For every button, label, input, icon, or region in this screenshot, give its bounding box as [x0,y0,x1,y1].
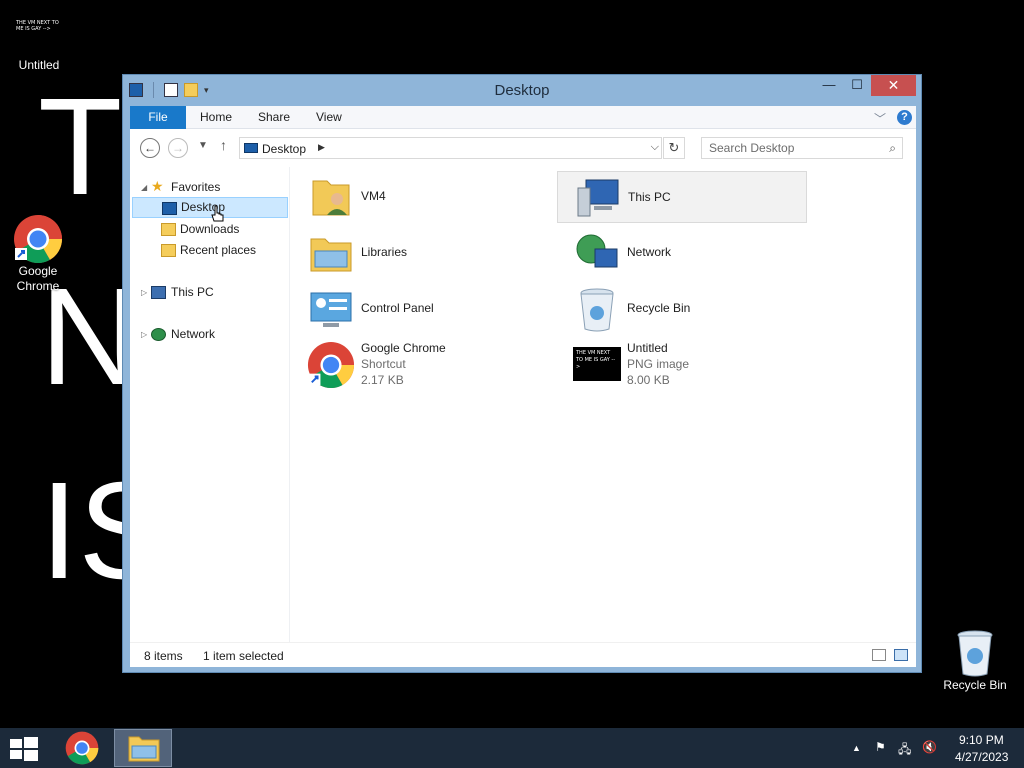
nav-favorites[interactable]: ◢ ★ Favorites [130,177,288,198]
folder-icon [128,736,160,762]
volume-muted-icon[interactable]: 🔇 [922,740,937,754]
computer-icon [151,286,166,299]
navigation-pane: ◢ ★ Favorites Desktop Downloads Recent p… [130,167,290,642]
item-vm4[interactable]: VM4 [291,171,541,223]
tab-file[interactable]: File [130,106,186,129]
image-thumbnail: THE VM NEXT TO ME IS GAY --> [573,347,621,381]
desktop-icon-google-chrome[interactable]: Google Chrome [1,214,75,294]
desktop-icon [162,202,177,215]
search-icon[interactable]: ⌕ [889,141,896,156]
taskbar: ▲ ⚑ 🖧 🔇 9:10 PM 4/27/2023 [0,728,1024,768]
network-icon [576,234,618,268]
navigation-bar: ← → ▼ ↑ Desktop ▶ ⌵ ↻ ⌕ [130,129,916,167]
hand-cursor-icon [211,205,224,222]
chrome-icon [307,341,355,389]
item-count: 8 items [144,649,183,663]
address-bar[interactable]: Desktop ▶ ⌵ [239,137,662,159]
address-dropdown-icon[interactable]: ⌵ [651,141,659,154]
wallpaper-text-1: T [38,70,123,224]
title-bar[interactable]: ▾ Desktop — ☐ ✕ [123,75,921,105]
back-button[interactable]: ← [140,138,160,158]
clock-date[interactable]: 4/27/2023 [955,750,1008,764]
taskbar-file-explorer[interactable] [114,729,172,767]
tab-share[interactable]: Share [258,106,290,129]
untitled-thumbnail: THE VM NEXT TO ME IS GAY --> [16,20,59,32]
user-folder-icon [312,180,350,216]
desktop-icon-label: Google Chrome [16,264,60,293]
maximize-button[interactable]: ☐ [843,75,871,96]
show-hidden-icons-icon[interactable]: ▲ [852,743,861,753]
ribbon-tabs: File Home Share View ﹀ ? [130,106,916,129]
start-button[interactable] [10,737,38,761]
search-input[interactable] [709,141,879,155]
desktop-icon-recycle-bin[interactable]: Recycle Bin [938,630,1012,693]
window-title: Desktop [494,82,550,99]
nav-this-pc[interactable]: ▷ This PC [130,282,288,303]
action-center-flag-icon[interactable]: ⚑ [875,740,886,754]
expand-icon[interactable]: ▷ [141,282,147,303]
recent-locations-icon[interactable]: ▼ [198,140,208,151]
network-status-icon[interactable]: 🖧 [898,740,911,761]
desktop-icon-label: Recycle Bin [943,678,1007,692]
search-box[interactable]: ⌕ [701,137,903,159]
address-path[interactable]: Desktop [262,142,306,156]
forward-button[interactable]: → [168,138,188,158]
recycle-bin-icon [580,288,614,332]
tab-home[interactable]: Home [200,106,232,129]
thumbnail-text: THE VM NEXT TO ME IS GAY --> [576,350,616,370]
breadcrumb-chevron-icon[interactable]: ▶ [318,142,325,153]
chrome-icon [65,731,99,765]
help-icon[interactable]: ? [897,110,912,125]
file-grid: VM4 This PC Libraries Network Control Pa… [289,166,915,646]
nav-downloads[interactable]: Downloads [130,219,288,240]
item-control-panel[interactable]: Control Panel [291,283,541,335]
minimize-button[interactable]: — [815,75,843,96]
recent-places-icon [161,244,176,257]
tab-view[interactable]: View [316,106,342,129]
collapse-icon[interactable]: ◢ [141,177,147,198]
star-icon: ★ [151,178,164,194]
desktop-icon-untitled[interactable]: THE VM NEXT TO ME IS GAY --> Untitled [0,0,80,76]
computer-icon [577,179,619,217]
nav-network[interactable]: ▷ Network [130,324,288,345]
libraries-icon [310,238,352,272]
selection-count: 1 item selected [203,649,284,663]
expand-ribbon-icon[interactable]: ﹀ [874,110,886,127]
up-button[interactable]: ↑ [220,137,227,153]
large-icons-view-icon[interactable] [894,649,908,661]
control-panel-icon [310,292,352,327]
nav-desktop[interactable]: Desktop [132,197,288,218]
downloads-icon [161,223,176,236]
recycle-bin-icon [957,630,993,677]
item-libraries[interactable]: Libraries [291,227,541,279]
taskbar-chrome[interactable] [60,730,104,766]
network-icon [151,328,166,341]
item-network[interactable]: Network [557,227,807,279]
clock-time[interactable]: 9:10 PM [959,733,1004,747]
close-button[interactable]: ✕ [871,75,916,96]
item-untitled[interactable]: THE VM NEXT TO ME IS GAY --> Untitled PN… [557,339,807,391]
item-this-pc[interactable]: This PC [557,171,807,223]
item-recycle-bin[interactable]: Recycle Bin [557,283,807,335]
expand-icon[interactable]: ▷ [141,324,147,345]
nav-recent-places[interactable]: Recent places [130,240,288,261]
desktop-icon [244,143,258,153]
refresh-button[interactable]: ↻ [663,137,685,159]
details-view-icon[interactable] [872,649,886,661]
desktop-icon-label: Untitled [18,58,60,72]
item-google-chrome[interactable]: Google Chrome Shortcut 2.17 KB [291,339,541,391]
chrome-icon [14,215,63,264]
